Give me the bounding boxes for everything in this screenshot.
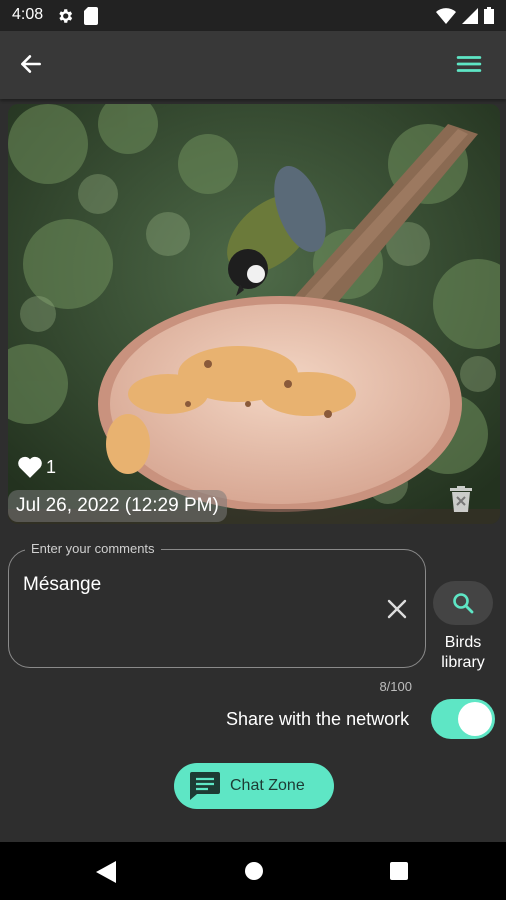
menu-button[interactable]	[456, 51, 488, 79]
search-icon	[453, 593, 474, 614]
status-time: 4:08	[12, 6, 44, 23]
nav-recent-icon[interactable]	[390, 862, 408, 880]
share-toggle-knob	[458, 702, 492, 736]
share-toggle[interactable]	[431, 699, 495, 739]
share-label: Share with the network	[226, 709, 410, 729]
birds-library-button[interactable]	[433, 581, 493, 625]
comment-field-label: Enter your comments	[25, 541, 161, 556]
back-button[interactable]	[18, 51, 50, 79]
chat-icon	[190, 772, 220, 800]
status-icons-right	[436, 7, 494, 24]
gear-icon	[59, 9, 73, 23]
app-bar	[0, 31, 506, 99]
bird-photo-image	[8, 104, 500, 524]
clear-comment-button[interactable]	[385, 597, 409, 621]
nav-home-icon[interactable]	[244, 861, 264, 881]
hamburger-menu-icon	[456, 56, 482, 72]
likes[interactable]: 1	[16, 455, 56, 479]
nav-back-icon[interactable]	[96, 861, 116, 883]
arrow-left-icon	[21, 55, 41, 73]
comment-field[interactable]: Enter your comments Mésange	[8, 541, 426, 668]
close-icon	[387, 599, 407, 619]
status-icons-left	[56, 7, 98, 25]
wifi-icon	[436, 7, 456, 24]
battery-icon	[484, 7, 494, 24]
comment-input[interactable]: Mésange	[23, 574, 101, 596]
trash-icon	[450, 486, 472, 512]
status-bar: 4:08	[0, 0, 506, 31]
bird-photo[interactable]	[8, 104, 500, 524]
chat-zone-button[interactable]: Chat Zone	[174, 763, 334, 809]
comment-char-count: 8/100	[379, 679, 412, 694]
chat-zone-label: Chat Zone	[230, 777, 305, 794]
delete-button[interactable]	[450, 486, 472, 512]
likes-count: 1	[46, 456, 57, 477]
navigation-bar	[0, 842, 506, 900]
sd-card-icon	[84, 7, 98, 25]
photo-date: Jul 26, 2022 (12:29 PM)	[8, 490, 227, 522]
heart-icon	[18, 456, 42, 478]
birds-library-label: Birds library	[441, 634, 485, 671]
signal-icon	[462, 7, 478, 24]
